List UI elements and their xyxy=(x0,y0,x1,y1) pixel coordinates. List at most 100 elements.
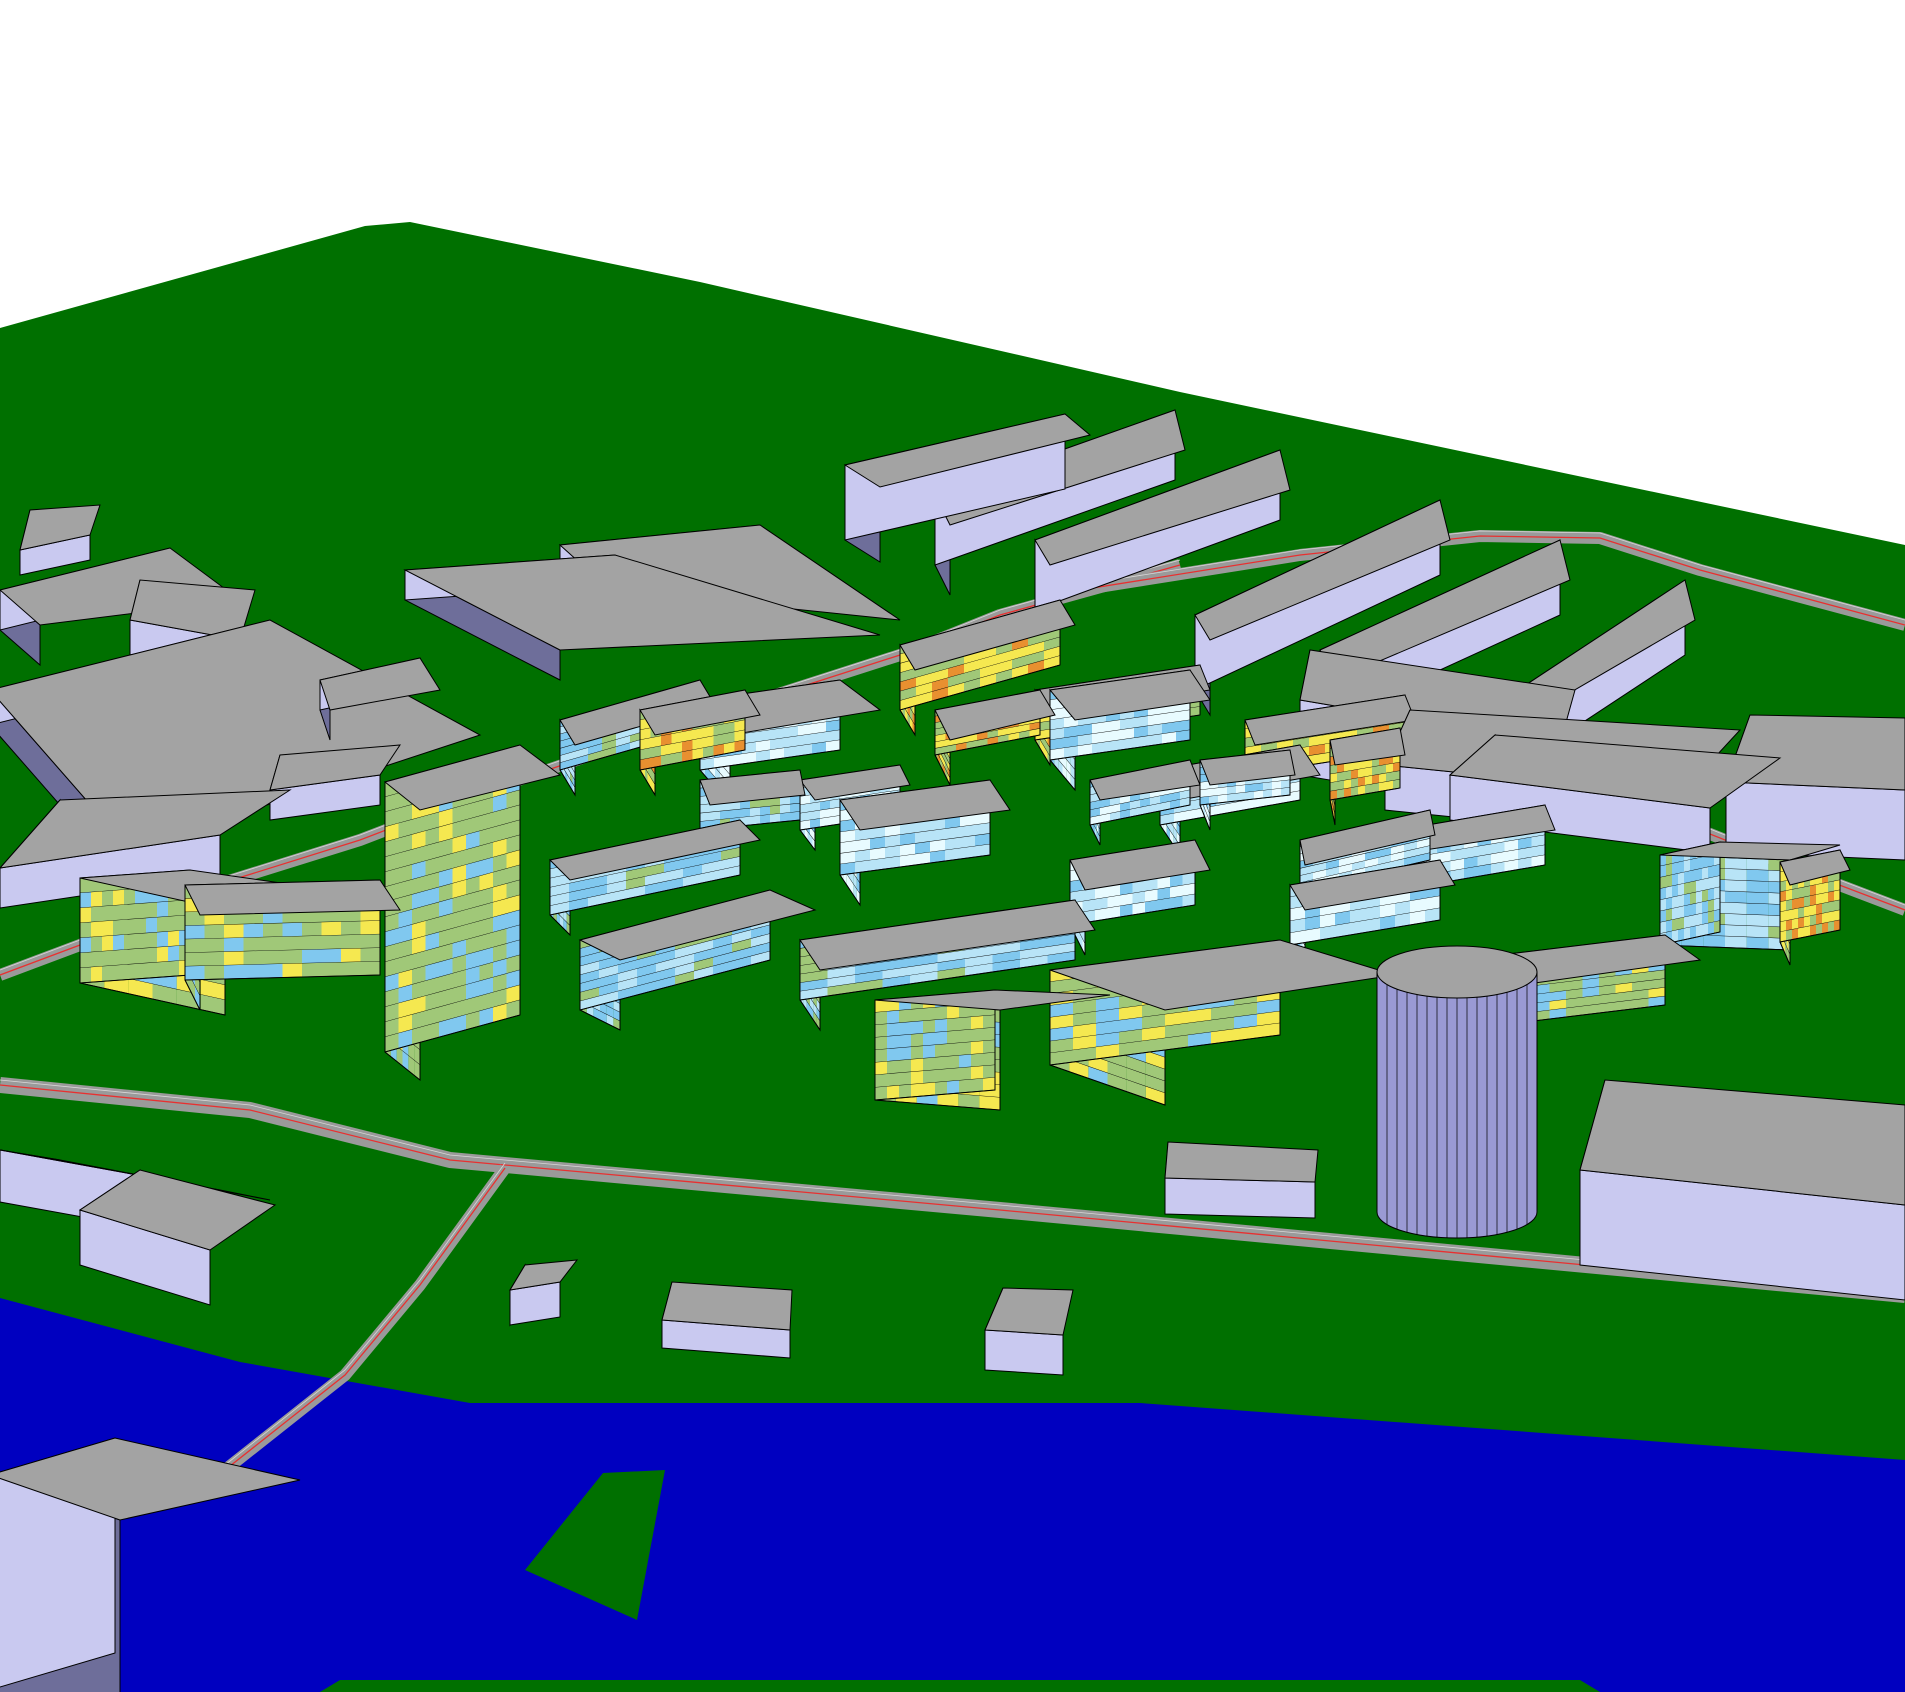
facade-cell xyxy=(80,967,91,983)
facade-cell xyxy=(1792,908,1798,920)
building-plain[interactable] xyxy=(1725,714,1905,861)
facade-cell xyxy=(1684,904,1690,918)
facade-cell xyxy=(887,1023,899,1037)
facade-cell xyxy=(1714,875,1720,889)
facade-cell xyxy=(1804,926,1810,938)
facade-cell xyxy=(135,963,146,979)
facade-cell xyxy=(185,965,205,980)
facade-cell xyxy=(157,901,168,918)
facade-cell xyxy=(113,919,124,936)
facade-cell xyxy=(102,890,113,907)
facade-cell xyxy=(1746,937,1769,950)
facade-cell xyxy=(1281,780,1290,789)
facade-cell xyxy=(971,1053,983,1067)
building-plain[interactable] xyxy=(1164,1141,1319,1219)
facade-cell xyxy=(135,918,146,934)
facade-cell xyxy=(935,1056,947,1070)
facade-cell xyxy=(1786,919,1792,931)
facade-cell xyxy=(780,804,790,814)
facade-cell xyxy=(1702,923,1708,936)
facade-cell xyxy=(1703,935,1725,948)
facade-cell xyxy=(204,938,224,953)
facade-cell xyxy=(947,1018,959,1032)
facade-cell xyxy=(204,965,224,980)
facade-cell xyxy=(923,1032,935,1046)
facade-cell xyxy=(157,946,168,963)
facade-cell xyxy=(1678,906,1684,919)
facade-cell xyxy=(899,1047,911,1061)
facade-cell xyxy=(1344,770,1351,781)
facade-cell xyxy=(1690,858,1696,871)
facade-cell xyxy=(971,1078,983,1092)
facade-cell xyxy=(168,930,179,947)
facade-cell xyxy=(887,1073,899,1087)
cylinder-tower[interactable] xyxy=(1376,945,1538,1239)
facade-cell xyxy=(1684,927,1690,940)
facade-cell xyxy=(1804,916,1810,928)
facade-cell xyxy=(321,921,341,936)
facade-cell xyxy=(185,925,205,940)
facade-cell xyxy=(1702,900,1708,914)
facade-cell xyxy=(1828,921,1834,933)
facade-cell xyxy=(80,922,91,938)
facade-cell xyxy=(700,804,710,814)
facade-cell xyxy=(168,960,179,977)
facade-cell xyxy=(1725,891,1747,904)
facade-cell xyxy=(1822,882,1828,894)
facade-cell xyxy=(923,1070,935,1084)
facade-cell xyxy=(113,964,124,981)
facade-cell xyxy=(102,965,113,982)
facade-cell xyxy=(899,1009,911,1023)
facade-cell xyxy=(224,951,244,966)
facade-cell xyxy=(1690,914,1696,928)
facade-cell xyxy=(1690,903,1696,916)
facade-cell xyxy=(1696,902,1702,915)
facade-cell xyxy=(135,903,146,919)
facade-cell xyxy=(1254,783,1263,792)
building-plain[interactable] xyxy=(984,1287,1074,1376)
facade-cell xyxy=(740,808,750,818)
facade-cell xyxy=(947,1068,959,1082)
facade-cell xyxy=(899,1059,911,1073)
facade-cell xyxy=(1666,908,1672,922)
facade-cell xyxy=(135,933,146,949)
facade-cell xyxy=(1714,920,1720,934)
facade-cell xyxy=(1393,762,1400,773)
facade-cell xyxy=(1816,893,1822,905)
facade-cell xyxy=(875,1024,887,1038)
facade-cell xyxy=(1696,913,1702,926)
facade-cell xyxy=(1672,873,1678,887)
building-plain[interactable] xyxy=(1579,1079,1905,1301)
facade-cell xyxy=(102,935,113,952)
facade-cell xyxy=(1834,900,1840,912)
facade-cell xyxy=(1227,786,1236,795)
facade-cell xyxy=(168,900,179,917)
facade-cell xyxy=(1786,889,1792,901)
facade-cell xyxy=(1786,909,1792,921)
facade-cell xyxy=(1218,787,1227,796)
district-3d-scene[interactable] xyxy=(0,0,1905,1692)
facade-cell xyxy=(1798,917,1804,929)
facade-cell xyxy=(1822,902,1828,914)
facade-cell xyxy=(1816,913,1822,925)
facade-cell xyxy=(979,1095,1000,1110)
facade-cell xyxy=(1798,887,1804,899)
building-plain[interactable] xyxy=(661,1281,793,1359)
facade-cell xyxy=(1696,868,1702,881)
facade-cell xyxy=(780,812,790,822)
facade-cell xyxy=(282,922,302,937)
facade-cell xyxy=(224,937,244,952)
facade-cell xyxy=(91,906,102,923)
facade-cell xyxy=(341,934,361,949)
facade-cell xyxy=(302,922,322,937)
facade-cell xyxy=(1834,890,1840,902)
facade-cell xyxy=(1780,880,1786,892)
facade-cell xyxy=(1365,775,1372,786)
facade-cell xyxy=(124,949,135,965)
facade-cell xyxy=(1746,903,1769,916)
facade-cell xyxy=(1725,880,1747,893)
model-viewport[interactable] xyxy=(0,0,1905,1692)
facade-cell xyxy=(1372,765,1379,776)
facade-cell xyxy=(1379,773,1386,784)
facade-cell xyxy=(971,1041,983,1055)
